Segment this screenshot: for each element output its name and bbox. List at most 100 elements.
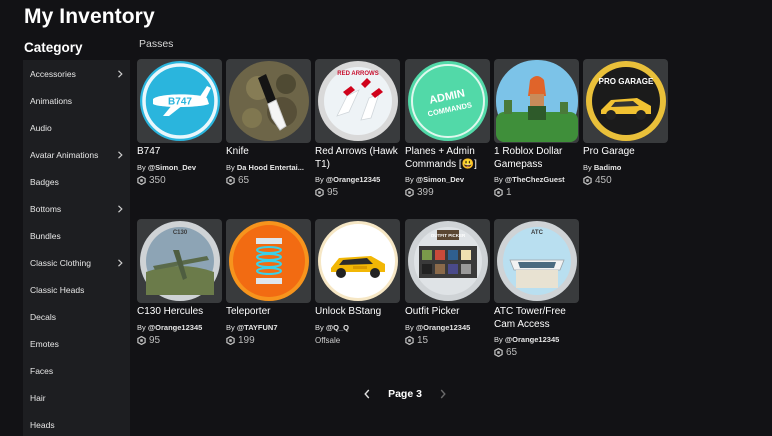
admin-commands-pass-icon: ADMIN COMMANDS xyxy=(407,61,488,141)
sidebar-item-heads[interactable]: Heads xyxy=(23,411,130,436)
item-card[interactable]: Unlock BStang By @Q_Q Offsale xyxy=(315,219,400,345)
item-creator[interactable]: By @Orange12345 xyxy=(315,175,400,184)
item-name[interactable]: C130 Hercules xyxy=(137,306,222,319)
item-price: 95 xyxy=(137,335,222,346)
sidebar-item-label: Emotes xyxy=(30,338,59,349)
teleporter-pass-icon xyxy=(228,221,309,301)
sidebar-item-label: Decals xyxy=(30,311,56,322)
item-creator[interactable]: By @Q_Q xyxy=(315,323,400,332)
item-name[interactable]: Planes + Admin Commands [😃] xyxy=(405,146,490,171)
sidebar-item-label: Audio xyxy=(30,122,52,133)
item-creator[interactable]: By @TAYFUN7 xyxy=(226,323,311,332)
item-creator[interactable]: By @Simon_Dev xyxy=(405,175,490,184)
item-thumbnail[interactable]: ATC xyxy=(494,219,579,303)
sidebar-item-label: Accessories xyxy=(30,68,76,79)
item-card[interactable]: B747 B747 By @Simon_Dev 350 xyxy=(137,59,222,186)
pro-garage-pass-icon: PRO GARAGE xyxy=(585,61,666,141)
item-thumbnail[interactable] xyxy=(494,59,579,143)
category-sidebar: Accessories Animations Audio Avatar Anim… xyxy=(23,60,130,436)
next-page-button[interactable] xyxy=(436,387,450,401)
pagination: Page 3 xyxy=(360,385,450,403)
item-name[interactable]: 1 Roblox Dollar Gamepass xyxy=(494,146,579,171)
item-thumbnail[interactable]: B747 xyxy=(137,59,222,143)
item-card[interactable]: 1 Roblox Dollar Gamepass By @TheChezGues… xyxy=(494,59,579,198)
item-price: 65 xyxy=(494,347,579,358)
sidebar-item-hair[interactable]: Hair xyxy=(23,384,130,411)
category-title: Category xyxy=(24,40,83,55)
item-thumbnail[interactable]: ADMIN COMMANDS xyxy=(405,59,490,143)
item-card[interactable]: Knife By Da Hood Entertai... 65 xyxy=(226,59,311,186)
item-card[interactable]: OUTFIT PICKER Outfit Picker By @Orange12… xyxy=(405,219,490,346)
sidebar-item-decals[interactable]: Decals xyxy=(23,303,130,330)
svg-text:RED ARROWS: RED ARROWS xyxy=(337,71,378,77)
sidebar-item-emotes[interactable]: Emotes xyxy=(23,330,130,357)
item-thumbnail[interactable] xyxy=(315,219,400,303)
chevron-right-icon xyxy=(115,258,125,268)
sidebar-item-avatar-animations[interactable]: Avatar Animations xyxy=(23,141,130,168)
item-name[interactable]: Red Arrows (Hawk T1) xyxy=(315,146,400,171)
knife-pass-icon xyxy=(228,61,309,141)
sidebar-item-label: Classic Clothing xyxy=(30,257,91,268)
item-offsale-status: Offsale xyxy=(315,335,341,345)
sidebar-item-label: Hair xyxy=(30,392,46,403)
item-creator[interactable]: By Badimo xyxy=(583,163,668,172)
sidebar-item-label: Bottoms xyxy=(30,203,62,214)
item-price: 350 xyxy=(137,175,222,186)
sidebar-item-label: Badges xyxy=(30,176,59,187)
item-name[interactable]: Teleporter xyxy=(226,306,311,319)
item-card[interactable]: PRO GARAGE Pro Garage By Badimo 450 xyxy=(583,59,668,186)
item-creator[interactable]: By @TheChezGuest xyxy=(494,175,579,184)
sidebar-item-label: Avatar Animations xyxy=(30,149,99,160)
item-name[interactable]: Pro Garage xyxy=(583,146,668,159)
item-card[interactable]: ATC ATC Tower/Free Cam Access By @Orange… xyxy=(494,219,579,358)
item-thumbnail[interactable]: RED ARROWS xyxy=(315,59,400,143)
section-label: Passes xyxy=(139,38,174,50)
roblox-dollar-pass-icon xyxy=(495,60,578,142)
item-creator[interactable]: By @Simon_Dev xyxy=(137,163,222,172)
item-name[interactable]: B747 xyxy=(137,146,222,159)
robux-icon xyxy=(405,335,414,345)
sidebar-item-faces[interactable]: Faces xyxy=(23,357,130,384)
chevron-right-icon xyxy=(115,204,125,214)
previous-page-button[interactable] xyxy=(360,387,374,401)
sidebar-item-audio[interactable]: Audio xyxy=(23,114,130,141)
item-creator[interactable]: By Da Hood Entertai... xyxy=(226,163,311,172)
sidebar-item-animations[interactable]: Animations xyxy=(23,87,130,114)
item-creator[interactable]: By @Orange12345 xyxy=(405,323,490,332)
sidebar-item-bottoms[interactable]: Bottoms xyxy=(23,195,130,222)
robux-icon xyxy=(405,188,414,197)
item-thumbnail[interactable]: PRO GARAGE xyxy=(583,59,668,143)
sidebar-item-classic-clothing[interactable]: Classic Clothing xyxy=(23,249,130,276)
item-card[interactable]: RED ARROWS Red Arrows (Hawk T1) By @Oran… xyxy=(315,59,400,198)
robux-icon xyxy=(137,335,146,345)
item-price: 95 xyxy=(315,187,400,198)
svg-text:ATC: ATC xyxy=(531,230,544,236)
item-thumbnail[interactable] xyxy=(226,59,311,143)
sidebar-item-accessories[interactable]: Accessories xyxy=(23,60,130,87)
chevron-right-icon xyxy=(440,389,446,399)
item-name[interactable]: Unlock BStang xyxy=(315,306,400,319)
sidebar-item-badges[interactable]: Badges xyxy=(23,168,130,195)
page-title: My Inventory xyxy=(24,5,155,28)
chevron-left-icon xyxy=(364,389,370,399)
item-card[interactable]: ADMIN COMMANDS Planes + Admin Commands [… xyxy=(405,59,490,198)
item-name[interactable]: Outfit Picker xyxy=(405,306,490,319)
item-thumbnail[interactable]: OUTFIT PICKER xyxy=(405,219,490,303)
svg-text:C130: C130 xyxy=(172,230,187,236)
robux-icon xyxy=(226,335,235,345)
robux-icon xyxy=(137,175,146,185)
item-creator[interactable]: By @Orange12345 xyxy=(494,335,579,344)
bstang-pass-icon xyxy=(317,221,398,301)
b747-pass-icon: B747 xyxy=(139,61,220,141)
item-name[interactable]: Knife xyxy=(226,146,311,159)
item-card[interactable]: Teleporter By @TAYFUN7 199 xyxy=(226,219,311,346)
item-card[interactable]: C130 C130 Hercules By @Orange12345 95 xyxy=(137,219,222,346)
sidebar-item-classic-heads[interactable]: Classic Heads xyxy=(23,276,130,303)
item-thumbnail[interactable]: C130 xyxy=(137,219,222,303)
sidebar-item-label: Heads xyxy=(30,419,55,430)
item-name[interactable]: ATC Tower/Free Cam Access xyxy=(494,306,579,331)
item-creator[interactable]: By @Orange12345 xyxy=(137,323,222,332)
item-thumbnail[interactable] xyxy=(226,219,311,303)
robux-icon xyxy=(583,175,592,185)
sidebar-item-bundles[interactable]: Bundles xyxy=(23,222,130,249)
